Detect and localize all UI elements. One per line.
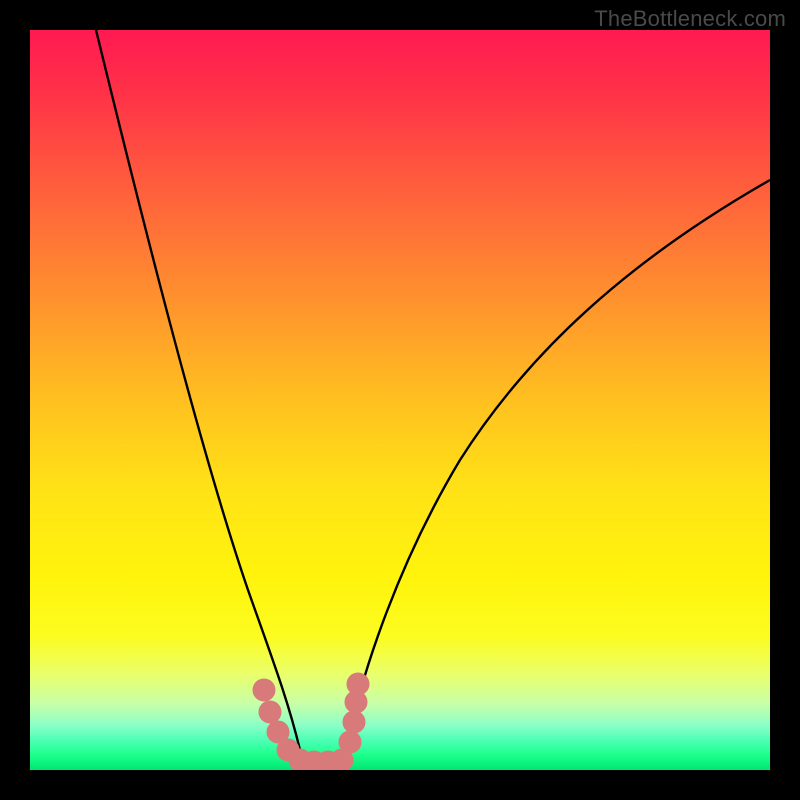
watermark-text: TheBottleneck.com — [594, 6, 786, 32]
bottom-marker-band — [253, 673, 369, 770]
outer-frame: TheBottleneck.com — [0, 0, 800, 800]
right-curve — [346, 180, 770, 750]
chart-svg — [30, 30, 770, 770]
plot-area — [30, 30, 770, 770]
left-curve — [96, 30, 300, 750]
